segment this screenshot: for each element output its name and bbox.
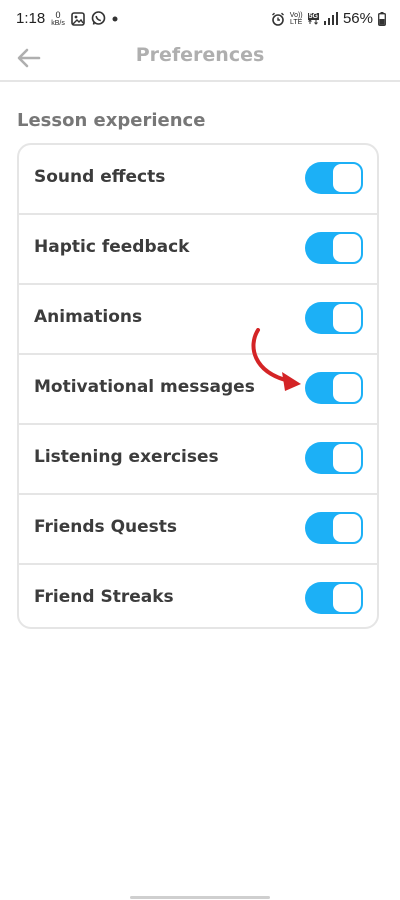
- setting-row-friend-streaks: Friend Streaks: [19, 565, 377, 627]
- setting-row-haptic-feedback: Haptic feedback: [19, 215, 377, 285]
- section-title: Lesson experience: [17, 110, 206, 131]
- network-5g: 5G: [307, 12, 319, 20]
- gallery-icon: [71, 11, 85, 26]
- setting-label: Listening exercises: [34, 447, 219, 467]
- toggle-knob: [331, 442, 363, 474]
- toggle-knob: [331, 512, 363, 544]
- app-header: Preferences: [0, 40, 400, 82]
- setting-row-listening-exercises: Listening exercises: [19, 425, 377, 495]
- alarm-icon: [271, 12, 285, 26]
- friend-streaks-toggle[interactable]: [305, 582, 363, 614]
- setting-row-friends-quests: Friends Quests: [19, 495, 377, 565]
- friends-quests-toggle[interactable]: [305, 512, 363, 544]
- toggle-knob: [331, 162, 363, 194]
- data-rate-unit: kB/s: [51, 19, 65, 27]
- setting-label: Animations: [34, 307, 143, 327]
- toggle-knob: [331, 232, 363, 264]
- setting-label: Friend Streaks: [34, 587, 174, 607]
- setting-row-animations: Animations: [19, 285, 377, 355]
- page-title: Preferences: [135, 44, 265, 66]
- setting-label: Friends Quests: [34, 517, 178, 537]
- battery-icon: [378, 11, 386, 26]
- toggle-knob: [331, 302, 363, 334]
- battery-percent: 56%: [342, 10, 373, 27]
- animations-toggle[interactable]: [305, 302, 363, 334]
- signal-icon: [323, 12, 338, 25]
- 5g-icon: 5G: [307, 12, 319, 25]
- status-right: Vo)) LTE 5G 56%: [271, 10, 386, 27]
- volte-icon: Vo)) LTE: [290, 12, 303, 26]
- listening-exercises-toggle[interactable]: [305, 442, 363, 474]
- setting-label: Haptic feedback: [34, 237, 190, 257]
- setting-row-sound-effects: Sound effects: [19, 145, 377, 215]
- toggle-knob: [331, 372, 363, 404]
- setting-label: Motivational messages: [34, 377, 255, 397]
- notification-dot-icon: [112, 16, 118, 22]
- motivational-messages-toggle[interactable]: [305, 372, 363, 404]
- toggle-knob: [331, 582, 363, 614]
- status-bar: 1:18 0 kB/s Vo)) LTE 5G 56%: [0, 0, 400, 40]
- setting-row-motivational-messages: Motivational messages: [19, 355, 377, 425]
- setting-label: Sound effects: [34, 167, 166, 187]
- status-left: 1:18 0 kB/s: [16, 10, 118, 27]
- data-rate-value: 0: [55, 9, 61, 20]
- data-speed-icon: 0 kB/s: [51, 9, 65, 27]
- settings-card: Sound effects Haptic feedback Animations…: [17, 143, 379, 629]
- status-time: 1:18: [16, 10, 46, 27]
- haptic-feedback-toggle[interactable]: [305, 232, 363, 264]
- annotation-arrow-icon: [251, 328, 301, 391]
- home-indicator: [130, 896, 270, 899]
- sound-effects-toggle[interactable]: [305, 162, 363, 194]
- network-top: Vo)): [289, 11, 303, 19]
- network-bottom: LTE: [290, 18, 303, 26]
- whatsapp-icon: [91, 11, 106, 26]
